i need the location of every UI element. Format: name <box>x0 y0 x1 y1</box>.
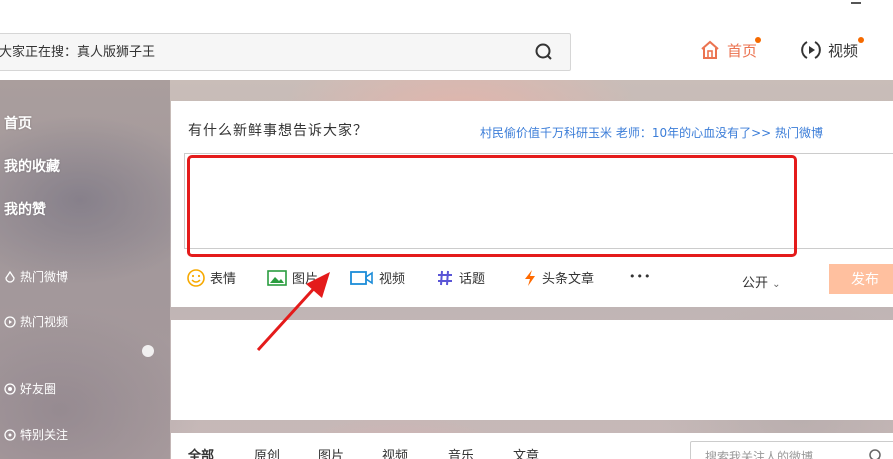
tool-label: 图片 <box>292 272 319 287</box>
post-textarea[interactable] <box>184 153 893 249</box>
topic-button[interactable]: 话题 <box>436 268 485 287</box>
sidebar-item-favorites[interactable]: 我的收藏 <box>4 156 60 176</box>
camera-icon <box>350 270 373 285</box>
search-box <box>0 33 571 71</box>
publish-toolbar: 表情 图片 视频 话题 头条文章 ••• 公开 ⌄ 发布 <box>187 264 893 294</box>
video-icon <box>801 41 821 59</box>
article-button[interactable]: 头条文章 <box>523 268 594 287</box>
feed-placeholder-card <box>171 320 893 420</box>
tab-articles[interactable]: 文章 <box>513 445 539 459</box>
privacy-label: 公开 <box>742 276 769 291</box>
nav-home[interactable]: 首页 <box>699 36 761 64</box>
sidebar-item-home[interactable]: 首页 <box>4 113 32 133</box>
search-input[interactable] <box>0 34 519 70</box>
publish-prompt: 有什么新鲜事想告诉大家？ <box>188 123 368 139</box>
feed-tab-bar: 全部 原创 图片 视频 音乐 文章 <box>171 433 893 459</box>
nav-video[interactable]: 视频 <box>800 36 864 64</box>
left-sidebar: 首页 我的收藏 我的赞 热门微博 热门视频 好友圈 特别关注 <box>0 80 170 459</box>
tab-images[interactable]: 图片 <box>318 445 344 459</box>
image-icon <box>267 269 287 286</box>
minimize-icon[interactable] <box>851 2 861 4</box>
video-button[interactable]: 视频 <box>350 268 405 287</box>
tab-all[interactable]: 全部 <box>188 445 214 459</box>
top-bar: 首页 视频 <box>0 0 893 80</box>
sidebar-item-label: 热门视频 <box>20 315 69 329</box>
emoji-button[interactable]: 表情 <box>187 268 236 287</box>
home-icon <box>701 40 719 59</box>
feed-search-box <box>690 441 893 459</box>
feed-search-input[interactable] <box>705 446 865 459</box>
image-button[interactable]: 图片 <box>267 268 318 287</box>
video-icon <box>4 315 16 328</box>
lightning-icon <box>525 269 535 286</box>
chevron-down-icon: ⌄ <box>772 279 781 290</box>
tab-music[interactable]: 音乐 <box>448 445 474 459</box>
more-button[interactable]: ••• <box>629 270 651 283</box>
hot-topic-link[interactable]: 村民偷价值千万科研玉米 老师：10年的心血没有了>> 热门微博 <box>480 124 823 141</box>
sidebar-item-label: 热门微博 <box>20 270 69 284</box>
sidebar-item-label: 好友圈 <box>20 382 57 396</box>
friends-icon <box>4 382 16 395</box>
tool-label: 表情 <box>210 272 237 287</box>
gear-icon[interactable] <box>142 345 154 357</box>
sidebar-item-hot-weibo[interactable]: 热门微博 <box>4 268 68 285</box>
fire-icon <box>5 270 15 283</box>
tool-label: 头条文章 <box>542 272 595 287</box>
tab-videos[interactable]: 视频 <box>382 445 408 459</box>
smile-icon <box>187 268 205 287</box>
star-icon <box>4 428 16 441</box>
sidebar-item-label: 特别关注 <box>20 428 69 442</box>
hashtag-icon <box>438 270 452 285</box>
tool-label: 视频 <box>379 272 406 287</box>
tab-original[interactable]: 原创 <box>254 445 280 459</box>
nav-home-label: 首页 <box>727 41 758 60</box>
publish-button[interactable]: 发布 <box>829 264 893 294</box>
notification-dot <box>755 37 761 43</box>
privacy-dropdown[interactable]: 公开 ⌄ <box>742 272 781 291</box>
sidebar-item-friends[interactable]: 好友圈 <box>4 380 56 397</box>
search-icon <box>535 43 552 60</box>
tool-label: 话题 <box>459 272 486 287</box>
sidebar-item-hot-video[interactable]: 热门视频 <box>4 313 68 330</box>
sidebar-item-special-follow[interactable]: 特别关注 <box>4 426 68 443</box>
notification-dot <box>858 37 864 43</box>
search-icon[interactable] <box>868 448 884 459</box>
sidebar-item-likes[interactable]: 我的赞 <box>4 199 46 219</box>
nav-video-label: 视频 <box>828 41 859 60</box>
search-button[interactable] <box>522 34 570 70</box>
